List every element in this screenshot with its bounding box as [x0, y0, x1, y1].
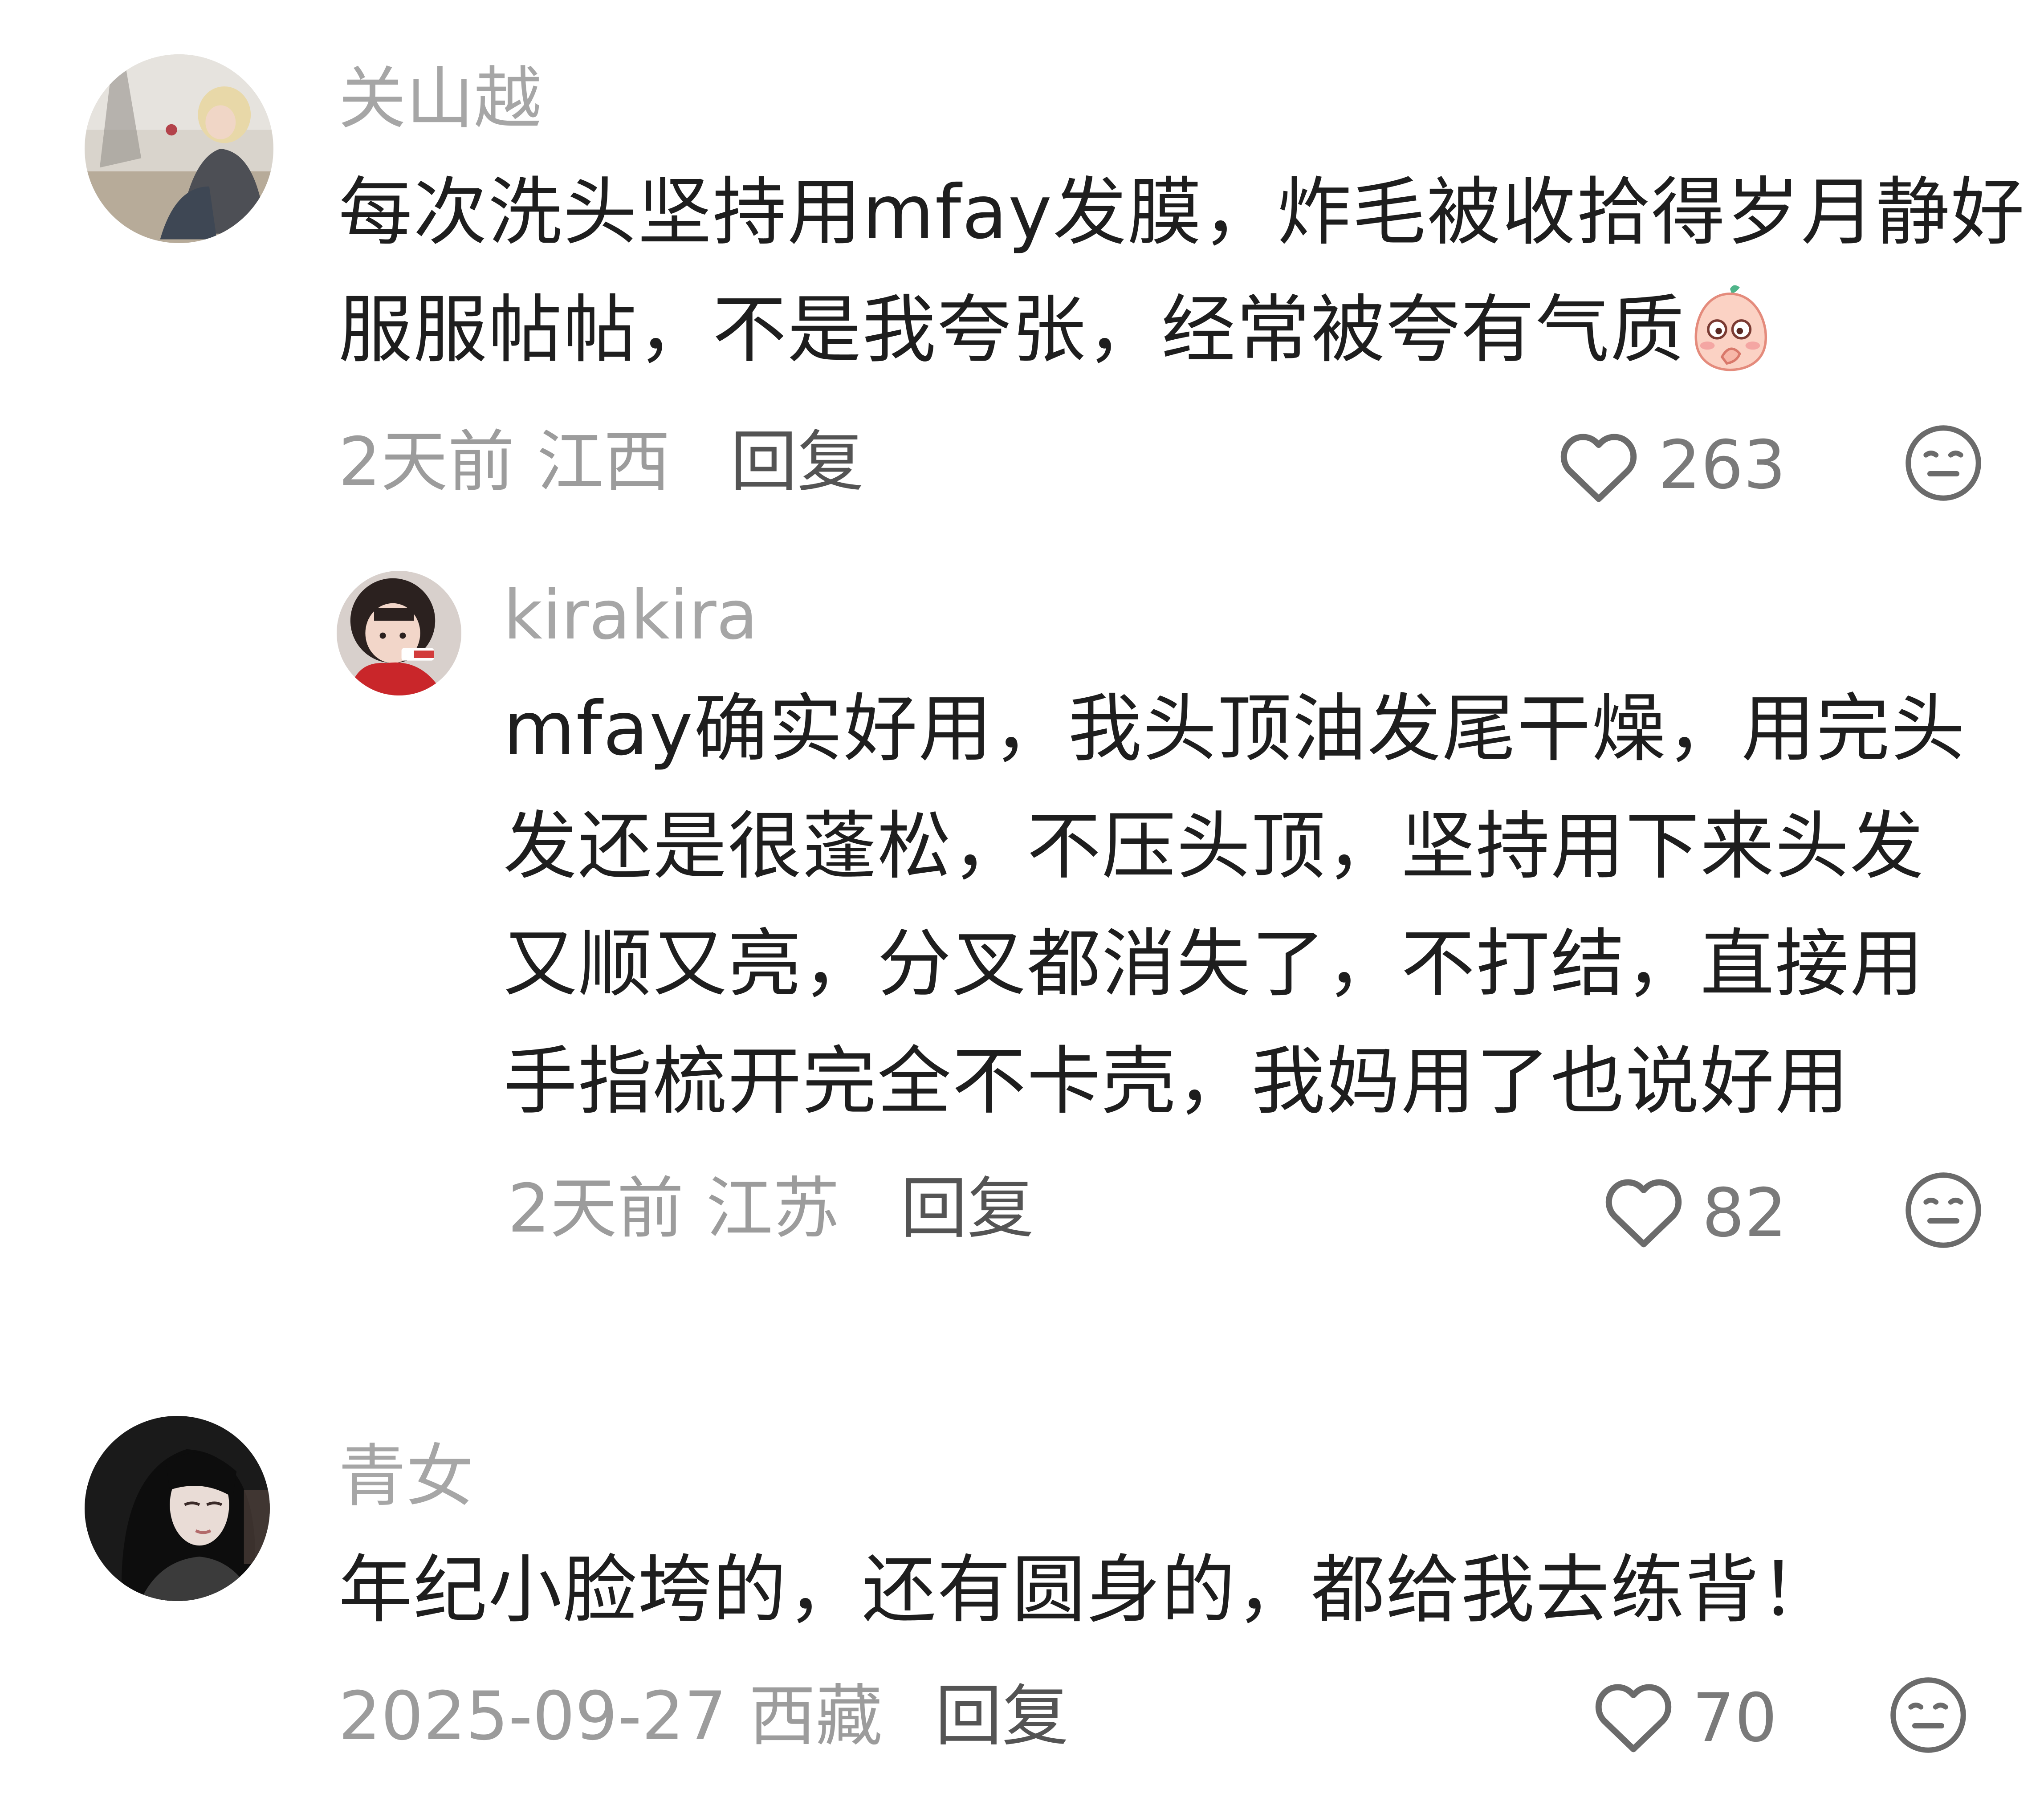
username[interactable]: 青女	[338, 1443, 474, 1510]
comment-location: 江西	[537, 423, 671, 501]
username[interactable]: 关山越	[338, 65, 542, 133]
comment-location: 西藏	[749, 1678, 883, 1755]
shy-peach-emoji-icon	[1694, 285, 1767, 371]
like-count: 263	[1658, 427, 1786, 504]
like-count: 70	[1692, 1679, 1777, 1757]
avatar[interactable]	[85, 1416, 270, 1601]
comment-text: 年纪小脸垮的，还有圆身的，都给我去练背！	[338, 1532, 1835, 1649]
avatar-photo	[85, 1416, 270, 1601]
comment-text-line: mfay确实好用，我头顶油发尾干燥，用完头	[503, 686, 1966, 772]
avatar-photo	[337, 571, 461, 695]
heart-outline-icon[interactable]	[1591, 1679, 1676, 1754]
comment-meta: 2天前 江西	[338, 429, 670, 496]
comment-time: 2天前	[508, 1170, 684, 1248]
heart-outline-icon[interactable]	[1556, 428, 1641, 504]
username[interactable]: kirakira	[503, 581, 758, 649]
avatar[interactable]	[337, 571, 461, 695]
comment-text-line: 手指梳开完全不卡壳，我妈用了也说好用	[503, 1039, 1850, 1125]
neutral-face-icon[interactable]	[1903, 1170, 1983, 1250]
comment-time: 2天前	[338, 423, 515, 501]
reply-button[interactable]: 回复	[900, 1175, 1034, 1242]
comment-text-line: 年纪小脸垮的，还有圆身的，都给我去练背！	[338, 1547, 1835, 1633]
comment-text-line: 服服帖帖，不是我夸张，经常被夸有气质	[338, 272, 2025, 389]
reply-button[interactable]: 回复	[935, 1683, 1069, 1750]
comment-meta: 2天前 江苏	[508, 1175, 839, 1242]
comment-meta: 2025-09-27 西藏	[338, 1683, 883, 1750]
comment-text-line: 又顺又亮，分叉都消失了，不打结，直接用	[503, 921, 1925, 1007]
comment-location: 江苏	[706, 1170, 840, 1248]
neutral-face-icon[interactable]	[1903, 423, 1983, 503]
comment-text: 每次洗头坚持用mfay发膜，炸毛被收拾得岁月静好 服服帖帖，不是我夸张，经常被夸…	[338, 154, 2025, 389]
comment-text: mfay确实好用，我头顶油发尾干燥，用完头 发还是很蓬松，不压头顶，坚持用下来头…	[503, 671, 1966, 1141]
comment-time: 2025-09-27	[338, 1678, 727, 1755]
comment-text-line: 每次洗头坚持用mfay发膜，炸毛被收拾得岁月静好	[338, 170, 2026, 256]
heart-outline-icon[interactable]	[1601, 1174, 1686, 1249]
comment-text-span: 服服帖帖，不是我夸张，经常被夸有气质	[338, 287, 1685, 373]
like-count: 82	[1702, 1175, 1787, 1252]
comment-text-line: 发还是很蓬松，不压头顶，坚持用下来头发	[503, 804, 1925, 890]
reply-button[interactable]: 回复	[730, 429, 864, 496]
neutral-face-icon[interactable]	[1888, 1675, 1968, 1755]
avatar[interactable]	[85, 54, 273, 243]
avatar-photo	[85, 54, 273, 243]
